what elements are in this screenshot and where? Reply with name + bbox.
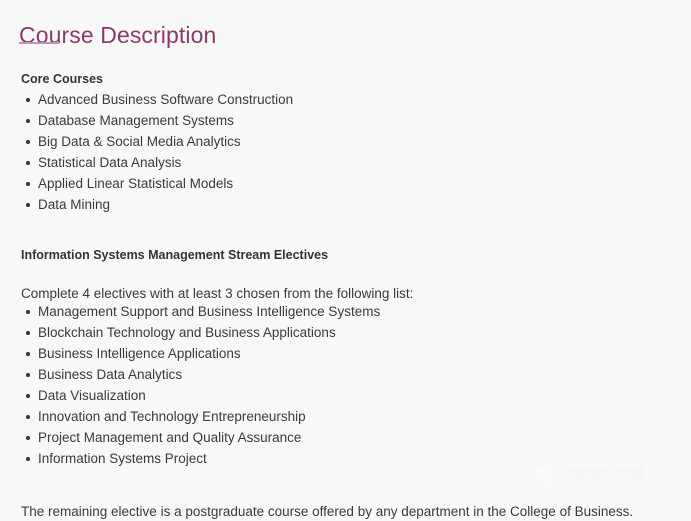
list-item: Statistical Data Analysis xyxy=(0,152,293,173)
list-item: Applied Linear Statistical Models xyxy=(0,173,293,194)
list-item-label: Data Mining xyxy=(38,197,111,212)
course-description-page: Course Description Core Courses Advanced… xyxy=(0,0,691,519)
list-item-label: Innovation and Technology Entrepreneursh… xyxy=(38,409,306,424)
list-item: Business Data Analytics xyxy=(0,364,380,385)
list-item: Business Intelligence Applications xyxy=(0,343,380,364)
list-item-label: Big Data & Social Media Analytics xyxy=(38,134,241,149)
title-underline-rule xyxy=(19,42,59,44)
watermark-label: 宁波风华出国 xyxy=(558,467,645,483)
list-item-label: Business Intelligence Applications xyxy=(38,346,241,361)
wechat-icon xyxy=(534,466,553,485)
section-heading-electives: Information Systems Management Stream El… xyxy=(21,248,329,263)
list-item-label: Applied Linear Statistical Models xyxy=(38,176,234,191)
list-item-label: Business Data Analytics xyxy=(38,367,183,382)
list-item-label: Management Support and Business Intellig… xyxy=(38,304,381,319)
list-item-label: Project Management and Quality Assurance xyxy=(38,430,302,445)
list-item: Database Management Systems xyxy=(0,110,293,131)
list-item: Innovation and Technology Entrepreneursh… xyxy=(0,406,380,427)
list-item: Advanced Business Software Construction xyxy=(0,89,293,110)
list-item-label: Statistical Data Analysis xyxy=(38,155,182,170)
core-courses-list: Advanced Business Software Construction … xyxy=(0,89,293,215)
closing-note-text: The remaining elective is a postgraduate… xyxy=(21,503,634,519)
list-item: Data Visualization xyxy=(0,385,380,406)
section-heading-core-courses: Core Courses xyxy=(21,72,103,87)
list-item: Data Mining xyxy=(0,194,293,215)
electives-intro-text: Complete 4 electives with at least 3 cho… xyxy=(21,285,414,301)
list-item-label: Data Visualization xyxy=(38,388,146,403)
watermark: 宁波风华出国 xyxy=(534,466,645,485)
electives-list: Management Support and Business Intellig… xyxy=(0,301,380,469)
list-item: Big Data & Social Media Analytics xyxy=(0,131,293,152)
list-item-label: Blockchain Technology and Business Appli… xyxy=(38,325,336,340)
list-item-label: Information Systems Project xyxy=(38,451,207,466)
page-title: Course Description xyxy=(19,22,217,49)
list-item: Information Systems Project xyxy=(0,448,380,469)
list-item-label: Database Management Systems xyxy=(38,113,234,128)
list-item: Project Management and Quality Assurance xyxy=(0,427,380,448)
list-item-label: Advanced Business Software Construction xyxy=(38,92,294,107)
list-item: Blockchain Technology and Business Appli… xyxy=(0,322,380,343)
list-item: Management Support and Business Intellig… xyxy=(0,301,380,322)
